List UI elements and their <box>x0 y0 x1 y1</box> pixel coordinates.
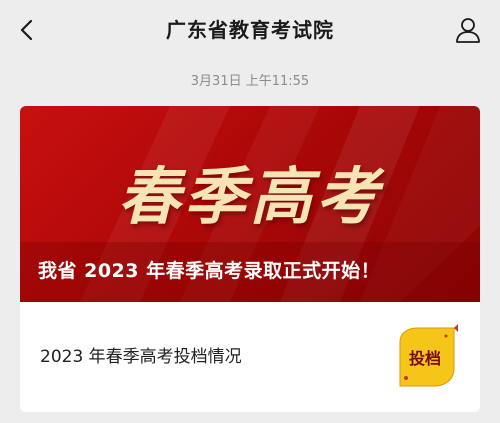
article-banner[interactable]: 春季高考 我省 2023 年春季高考录取正式开始！ <box>20 106 480 302</box>
tag-label: 投档 <box>408 349 441 368</box>
banner-title: 春季高考 <box>117 160 382 233</box>
tag-badge: 投档 <box>394 324 460 390</box>
top-navigation-bar: 广东省教育考试院 <box>0 0 500 60</box>
article-card[interactable]: 春季高考 我省 2023 年春季高考录取正式开始！ 2023 年春季高考投档情况… <box>20 106 480 412</box>
article-list-item[interactable]: 2023 年春季高考投档情况 投档 <box>20 302 480 412</box>
page-title: 广东省教育考试院 <box>166 18 334 42</box>
banner-subtitle: 我省 2023 年春季高考录取正式开始！ <box>38 260 381 282</box>
article-item-label: 2023 年春季高考投档情况 <box>40 347 242 367</box>
person-icon <box>456 18 480 43</box>
message-timestamp: 3月31日 上午11:55 <box>190 74 310 89</box>
profile-button[interactable] <box>450 12 486 48</box>
